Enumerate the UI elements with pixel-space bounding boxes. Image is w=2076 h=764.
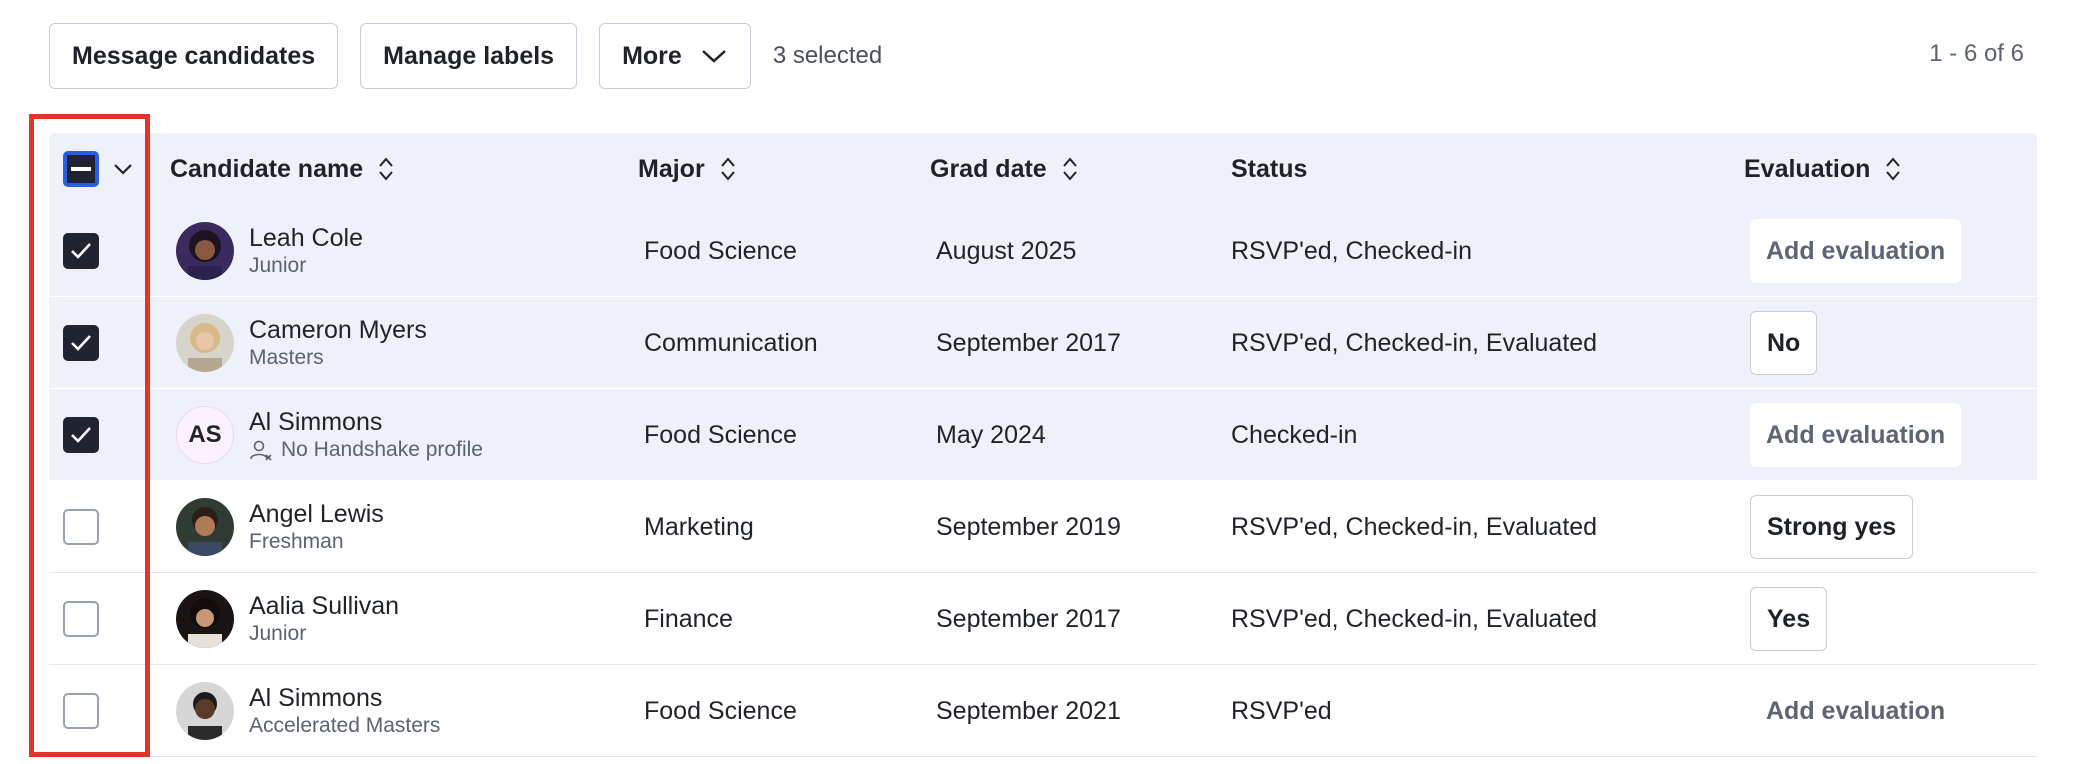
add-evaluation-button[interactable]: Add evaluation	[1750, 679, 1961, 743]
candidate-name-cell: Al Simmons No Handshake profile	[249, 407, 483, 463]
table-row[interactable]: AS Al Simmons No Handshake profile Food …	[49, 389, 2037, 481]
more-dropdown-button[interactable]: More	[599, 23, 751, 89]
table-row[interactable]: Leah Cole Junior Food Science August 202…	[49, 205, 2037, 297]
candidates-table: Candidate name Major Grad date Status Ev…	[49, 133, 2037, 757]
avatar: AS	[176, 406, 234, 464]
message-candidates-button[interactable]: Message candidates	[49, 23, 339, 89]
candidate-year: Accelerated Masters	[249, 714, 441, 737]
column-label: Grad date	[930, 154, 1047, 183]
chevron-down-icon	[701, 50, 726, 63]
avatar	[176, 682, 234, 740]
column-label: Major	[638, 154, 705, 183]
more-label: More	[622, 41, 682, 70]
status-cell: RSVP'ed	[1231, 696, 1332, 725]
selected-count: 3 selected	[772, 42, 883, 69]
candidate-name[interactable]: Al Simmons	[249, 407, 483, 437]
candidate-name-cell: Leah Cole Junior	[249, 223, 363, 279]
candidate-name[interactable]: Aalia Sullivan	[249, 591, 399, 621]
avatar	[176, 498, 234, 556]
grad-date-cell: September 2019	[936, 512, 1121, 541]
status-cell: RSVP'ed, Checked-in	[1231, 236, 1473, 265]
status-cell: RSVP'ed, Checked-in, Evaluated	[1231, 512, 1598, 541]
select-all-checkbox[interactable]	[63, 151, 99, 187]
candidate-year: Junior	[249, 254, 307, 277]
grad-date-cell: September 2017	[936, 328, 1121, 357]
manage-labels-button[interactable]: Manage labels	[360, 23, 578, 89]
row-checkbox[interactable]	[63, 601, 99, 637]
column-header-grad-date[interactable]: Grad date	[930, 133, 1079, 205]
status-cell: RSVP'ed, Checked-in, Evaluated	[1231, 604, 1598, 633]
candidate-name[interactable]: Leah Cole	[249, 223, 363, 253]
column-label: Status	[1231, 154, 1308, 183]
avatar	[176, 222, 234, 280]
bulk-actions-toolbar: Message candidates Manage labels More 3 …	[49, 23, 882, 89]
column-header-evaluation[interactable]: Evaluation	[1744, 133, 1902, 205]
add-evaluation-button[interactable]: Add evaluation	[1750, 219, 1962, 283]
check-icon	[71, 427, 91, 443]
sort-icon	[379, 157, 393, 181]
major-cell: Food Science	[644, 236, 797, 265]
pagination-range: 1 - 6 of 6	[1929, 40, 2024, 67]
table-row[interactable]: Angel Lewis Freshman Marketing September…	[49, 481, 2037, 573]
grad-date-cell: September 2021	[936, 696, 1121, 725]
status-cell: Checked-in	[1231, 420, 1358, 449]
major-cell: Food Science	[644, 696, 797, 725]
table-row[interactable]: Cameron Myers Masters Communication Sept…	[49, 297, 2037, 389]
candidate-year: Freshman	[249, 530, 344, 553]
sort-icon	[1886, 157, 1901, 181]
no-profile-note: No Handshake profile	[249, 437, 483, 463]
candidate-name-cell: Al Simmons Accelerated Masters	[249, 683, 440, 739]
evaluation-badge[interactable]: Yes	[1750, 587, 1828, 651]
column-label: Candidate name	[170, 154, 364, 183]
avatar	[176, 314, 234, 372]
candidate-year: Masters	[249, 346, 324, 369]
candidate-name[interactable]: Al Simmons	[249, 683, 440, 713]
candidate-name-cell: Angel Lewis Freshman	[249, 499, 384, 555]
major-cell: Marketing	[644, 512, 754, 541]
user-x-icon	[250, 440, 272, 461]
column-header-candidate-name[interactable]: Candidate name	[170, 133, 395, 205]
column-label: Evaluation	[1744, 154, 1871, 183]
check-icon	[71, 335, 91, 351]
row-checkbox[interactable]	[63, 417, 99, 453]
column-header-status: Status	[1231, 133, 1307, 205]
grad-date-cell: May 2024	[936, 420, 1046, 449]
candidate-name-cell: Aalia Sullivan Junior	[249, 591, 399, 647]
no-profile-label: No Handshake profile	[281, 438, 483, 461]
row-checkbox[interactable]	[63, 325, 99, 361]
sort-icon	[720, 157, 735, 181]
table-header: Candidate name Major Grad date Status Ev…	[49, 133, 2037, 205]
candidate-name-cell: Cameron Myers Masters	[249, 315, 427, 371]
candidate-name[interactable]: Angel Lewis	[249, 499, 384, 529]
avatar	[176, 590, 234, 648]
table-row[interactable]: Al Simmons Accelerated Masters Food Scie…	[49, 665, 2037, 757]
evaluation-badge[interactable]: No	[1750, 311, 1818, 375]
column-header-major[interactable]: Major	[638, 133, 737, 205]
major-cell: Food Science	[644, 420, 797, 449]
table-row[interactable]: Aalia Sullivan Junior Finance September …	[49, 573, 2037, 665]
indeterminate-icon	[71, 167, 91, 171]
candidate-year: Junior	[249, 622, 307, 645]
evaluation-badge[interactable]: Strong yes	[1750, 495, 1914, 559]
major-cell: Finance	[644, 604, 733, 633]
grad-date-cell: August 2025	[936, 236, 1077, 265]
sort-icon	[1062, 157, 1077, 181]
major-cell: Communication	[644, 328, 818, 357]
row-checkbox[interactable]	[63, 233, 99, 269]
row-checkbox[interactable]	[63, 509, 99, 545]
check-icon	[71, 243, 91, 259]
row-checkbox[interactable]	[63, 693, 99, 729]
add-evaluation-button[interactable]: Add evaluation	[1750, 403, 1962, 467]
grad-date-cell: September 2017	[936, 604, 1121, 633]
status-cell: RSVP'ed, Checked-in, Evaluated	[1231, 328, 1598, 357]
chevron-down-icon[interactable]	[111, 157, 135, 181]
candidate-name[interactable]: Cameron Myers	[249, 315, 427, 345]
